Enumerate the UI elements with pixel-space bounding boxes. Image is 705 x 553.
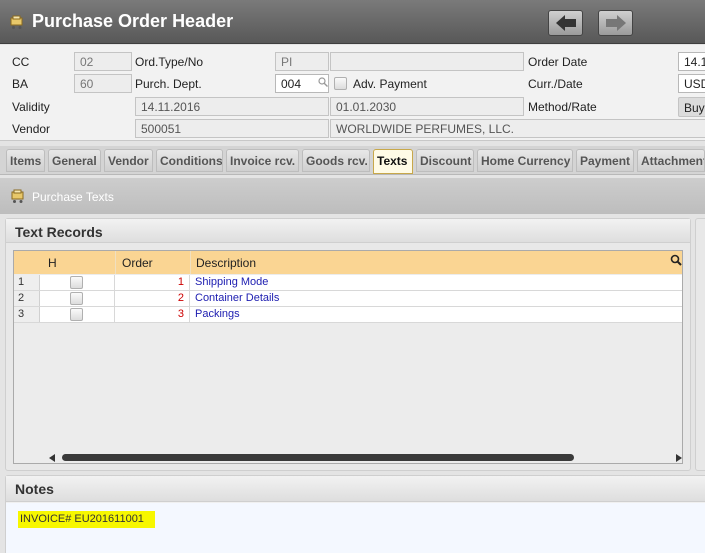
adv-payment-label: Adv. Payment xyxy=(353,77,427,91)
scrollbar-thumb[interactable] xyxy=(62,454,574,461)
tab-discount[interactable]: Discount xyxy=(416,149,474,172)
table-row[interactable]: 2 2 Container Details xyxy=(14,291,682,307)
method-rate-label: Method/Rate xyxy=(528,100,597,114)
grid-header: H Order Description xyxy=(14,251,682,274)
method-rate-field[interactable]: Buy xyxy=(678,97,705,117)
ord-no-field[interactable] xyxy=(330,52,524,71)
section-header: Purchase Texts xyxy=(0,178,705,214)
column-header-description[interactable]: Description xyxy=(196,256,256,270)
forward-button[interactable] xyxy=(598,10,633,36)
tab-attachment[interactable]: Attachment xyxy=(637,149,705,172)
h-checkbox[interactable] xyxy=(70,292,83,305)
column-header-h[interactable]: H xyxy=(48,256,57,270)
description-cell[interactable]: Shipping Mode xyxy=(190,275,682,290)
description-cell[interactable]: Container Details xyxy=(190,291,682,306)
arrow-right-icon xyxy=(606,15,626,31)
tab-goods-rcv[interactable]: Goods rcv. xyxy=(302,149,370,172)
tab-bar: Items General Vendor Conditions Invoice … xyxy=(0,146,705,175)
tab-home-currency[interactable]: Home Currency xyxy=(477,149,573,172)
notes-header: Notes xyxy=(6,476,705,502)
order-cell: 2 xyxy=(115,291,190,306)
row-number: 2 xyxy=(14,291,40,306)
h-cell xyxy=(40,291,115,306)
ord-type-field[interactable]: PI xyxy=(275,52,329,71)
search-icon[interactable] xyxy=(670,254,682,266)
curr-date-label: Curr./Date xyxy=(528,77,583,91)
tab-conditions[interactable]: Conditions xyxy=(156,149,223,172)
adv-payment-checkbox[interactable] xyxy=(334,77,347,90)
order-cell: 1 xyxy=(115,275,190,290)
arrow-left-icon xyxy=(556,15,576,31)
table-row[interactable]: 1 1 Shipping Mode xyxy=(14,275,682,291)
purch-dept-label: Purch. Dept. xyxy=(135,77,202,91)
horizontal-scrollbar[interactable] xyxy=(44,453,682,462)
ord-type-label: Ord.Type/No xyxy=(135,55,204,69)
ba-field[interactable]: 60 xyxy=(74,74,132,93)
notes-panel: Notes INVOICE# EU201611001 xyxy=(5,475,705,553)
cc-field[interactable]: 02 xyxy=(74,52,132,71)
validity-from-field[interactable]: 14.11.2016 xyxy=(135,97,329,116)
ba-label: BA xyxy=(12,77,29,91)
text-records-grid: H Order Description 1 1 Shipping Mode 2 … xyxy=(13,250,683,464)
tab-invoice-rcv[interactable]: Invoice rcv. xyxy=(226,149,299,172)
validity-label: Validity xyxy=(12,100,50,114)
row-number: 1 xyxy=(14,275,40,290)
row-number: 3 xyxy=(14,307,40,322)
h-cell xyxy=(40,307,115,322)
order-date-field[interactable]: 14.1 xyxy=(678,52,705,71)
cart-icon xyxy=(10,15,23,29)
table-row[interactable]: 3 3 Packings xyxy=(14,307,682,323)
text-records-header: Text Records xyxy=(6,219,690,243)
column-divider xyxy=(190,251,191,274)
h-cell xyxy=(40,275,115,290)
scroll-right-icon[interactable] xyxy=(676,454,682,462)
tab-items[interactable]: Items xyxy=(6,149,45,172)
cart-icon xyxy=(11,189,24,203)
search-icon[interactable] xyxy=(318,77,328,87)
tab-texts[interactable]: Texts xyxy=(373,149,413,174)
cc-label: CC xyxy=(12,55,30,69)
h-checkbox[interactable] xyxy=(70,308,83,321)
scroll-left-icon[interactable] xyxy=(49,454,55,462)
notes-title: Notes xyxy=(15,481,54,497)
vendor-label: Vendor xyxy=(12,122,51,136)
back-button[interactable] xyxy=(548,10,583,36)
text-records-panel: Text Records H Order Description 1 1 Shi… xyxy=(5,218,691,471)
title-bar: Purchase Order Header xyxy=(0,0,705,44)
column-header-order[interactable]: Order xyxy=(122,256,153,270)
tab-general[interactable]: General xyxy=(48,149,101,172)
window-title: Purchase Order Header xyxy=(32,11,234,31)
column-divider xyxy=(115,251,116,274)
h-checkbox[interactable] xyxy=(70,276,83,289)
validity-to-field[interactable]: 01.01.2030 xyxy=(330,97,524,116)
order-cell: 3 xyxy=(115,307,190,322)
vendor-code-field[interactable]: 500051 xyxy=(135,119,329,138)
side-panel xyxy=(695,218,705,471)
vendor-name-field: WORLDWIDE PERFUMES, LLC. xyxy=(330,119,705,138)
order-date-label: Order Date xyxy=(528,55,588,69)
header-fields-panel: CC 02 Ord.Type/No PI Order Date 14.1 BA … xyxy=(0,45,705,141)
section-title: Purchase Texts xyxy=(32,190,114,204)
tab-payment[interactable]: Payment xyxy=(576,149,634,172)
notes-text[interactable]: INVOICE# EU201611001 xyxy=(18,511,155,528)
tab-vendor[interactable]: Vendor xyxy=(104,149,153,172)
currency-field[interactable]: USD xyxy=(678,74,705,93)
description-cell[interactable]: Packings xyxy=(190,307,682,322)
notes-body[interactable]: INVOICE# EU201611001 xyxy=(6,503,705,553)
text-records-title: Text Records xyxy=(15,224,103,240)
